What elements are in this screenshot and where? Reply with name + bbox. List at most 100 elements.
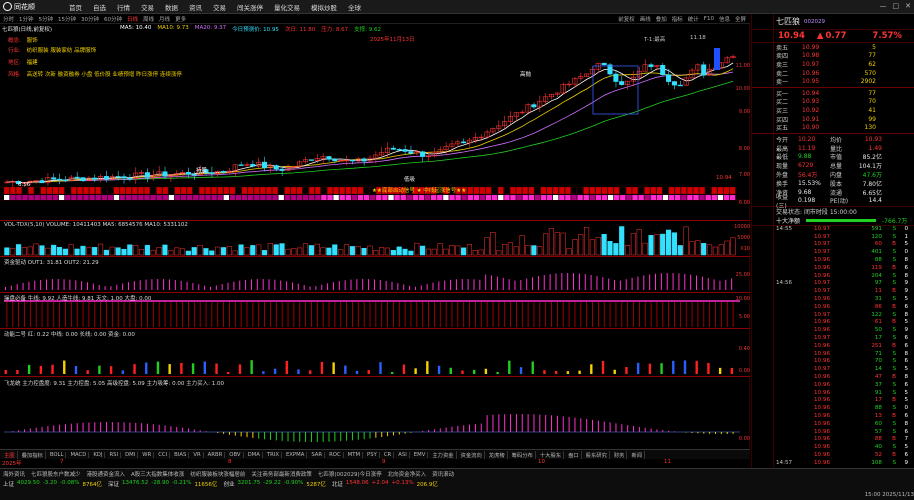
menu-item-home[interactable]: 首页	[69, 2, 82, 12]
period-tab[interactable]: 15分钟	[58, 15, 76, 23]
ask-row[interactable]: 卖四 10.98 77	[752, 52, 914, 60]
indicator-tab[interactable]: MTM	[346, 451, 364, 458]
period-tab[interactable]: 60分钟	[104, 15, 122, 23]
indicator-tab[interactable]: ARBR	[206, 451, 226, 458]
toolbar-right-item[interactable]: F10	[704, 16, 714, 22]
fund-drive-bar	[684, 273, 686, 290]
news-marquee[interactable]: 海外资讯 七匹狼股东户数减少 港股通资金流入 A股三大指数集体收涨 纺织服装板块涨幅居前…	[0, 469, 914, 479]
bid-row[interactable]: 买一 10.94 77	[752, 89, 914, 98]
menu-item-data[interactable]: 数据	[165, 2, 178, 12]
menu-item-watchlist[interactable]: 自选	[93, 2, 106, 12]
period-tab[interactable]: 更多	[175, 15, 186, 23]
maximize-icon[interactable]: □	[893, 2, 900, 10]
menu-item-news[interactable]: 资讯	[189, 2, 202, 12]
news-item[interactable]: 七匹狼(002029)今日涨停	[318, 470, 382, 478]
index-item[interactable]: 创业 3201.75 -29.22 -0.90% 5287亿	[223, 480, 325, 488]
menu-item-trade-2[interactable]: 交易	[213, 2, 226, 12]
ask-row[interactable]: 卖五 10.99 5	[752, 43, 914, 52]
news-item[interactable]: 七匹狼股东户数减少	[31, 470, 81, 478]
period-tab[interactable]: 月线	[159, 15, 170, 23]
fund-drive-bar	[63, 279, 65, 290]
indicator-tab[interactable]: WR	[140, 451, 155, 458]
news-item[interactable]: 纺织服装板块涨幅居前	[190, 470, 245, 478]
menu-item-challenge[interactable]: 闯关涨停	[237, 2, 263, 12]
indicator-tab[interactable]: BOLL	[48, 451, 67, 458]
ask-row[interactable]: 卖二 10.96 570	[752, 69, 914, 78]
news-item[interactable]: 海外资讯	[3, 470, 25, 478]
ask-row[interactable]: 卖三 10.97 62	[752, 60, 914, 69]
index-item[interactable]: 深证 13476.52 -28.90 -0.21% 11656亿	[108, 480, 217, 488]
indicator-tab[interactable]: EMV	[412, 451, 429, 458]
bid-row[interactable]: 买四 10.91 99	[752, 115, 914, 124]
news-item[interactable]: 资讯滚动	[432, 470, 454, 478]
indicator-tab[interactable]: 筹码分布	[510, 450, 536, 459]
period-tab[interactable]: 1分钟	[19, 15, 34, 23]
indicator-tab[interactable]: BIAS	[172, 451, 190, 458]
indicator-tab[interactable]: 龙虎榜	[487, 450, 508, 459]
indicator-tab[interactable]: 财务	[612, 450, 628, 459]
indicator-tab[interactable]: 资金流向	[459, 450, 485, 459]
toolbar-right-item[interactable]: 信息	[719, 15, 730, 23]
indicator-tab[interactable]: KDJ	[91, 451, 106, 458]
tick-list[interactable]: 14:55 10.97 591 S 0 10.97 120 S 1 10.97 60 B 5 10.97 4…	[776, 225, 914, 475]
menu-item-quotes[interactable]: 行情	[117, 2, 130, 12]
indicator-tab[interactable]: 盘口	[566, 450, 582, 459]
candle	[543, 93, 549, 105]
fund-drive-bar	[356, 279, 358, 290]
news-item[interactable]: 北向资金净买入	[388, 470, 427, 478]
toolbar-right-item[interactable]: 全屏	[735, 15, 746, 23]
news-item[interactable]: 港股通资金流入	[87, 470, 126, 478]
indicator-tab[interactable]: 主图	[2, 450, 18, 459]
indicator-tab[interactable]: ROC	[327, 451, 344, 458]
index-item[interactable]: 上证 4029.50 -3.20 -0.08% 8764亿	[3, 480, 102, 488]
toolbar-right-item[interactable]: 前复权	[618, 15, 635, 23]
news-item[interactable]: 关注商务部最新消费政策	[251, 470, 312, 478]
indicator-tab[interactable]: VR	[191, 451, 204, 458]
indicator-tab[interactable]: 十大股东	[538, 450, 565, 459]
bid-row[interactable]: 买三 10.92 41	[752, 106, 914, 115]
toolbar-right-item[interactable]: 画线	[640, 15, 651, 23]
volume-bar	[525, 245, 531, 256]
toolbar-right-item[interactable]: 指标	[672, 15, 683, 23]
period-tab[interactable]: 30分钟	[81, 15, 99, 23]
indicator-tab[interactable]: DMA	[246, 451, 263, 458]
indicator-tab[interactable]: EXPMA	[284, 451, 308, 458]
toolbar-right-item[interactable]: 统计	[688, 15, 699, 23]
menu-item-trade[interactable]: 交易	[141, 2, 154, 12]
signal-cell	[455, 195, 461, 200]
indicator-tab[interactable]: TRIX	[265, 451, 282, 458]
signal-cell	[339, 186, 346, 195]
menu-item-simulate[interactable]: 模拟炒股	[311, 2, 337, 12]
indicator-tab[interactable]: ASI	[396, 451, 410, 458]
stock-name[interactable]: 七匹狼	[776, 16, 800, 27]
chart-panel[interactable]: 七匹狼(日线,前复权) MA5: 10.40 MA10: 9.73 MA20: …	[0, 24, 750, 449]
menu-item-global[interactable]: 全球	[348, 2, 361, 12]
indicator-tab[interactable]: 股东研究	[584, 450, 610, 459]
toolbar-right-item[interactable]: 叠加	[656, 15, 667, 23]
indicator-tab[interactable]: MACD	[68, 451, 90, 458]
signal-cell	[619, 186, 626, 195]
indicator-tab[interactable]: RSI	[107, 451, 122, 458]
bid-row[interactable]: 买五 10.90 130	[752, 123, 914, 132]
indicator-tab[interactable]: CCI	[156, 451, 171, 458]
indicator-tab[interactable]: OBV	[227, 451, 244, 458]
app-logo[interactable]: 同花顺	[3, 1, 55, 13]
indicator-tab[interactable]: 新闻	[629, 450, 646, 459]
news-item[interactable]: A股三大指数集体收涨	[131, 470, 184, 478]
index-item[interactable]: 北证 1548.06 +2.04 +0.13% 206.9亿	[332, 480, 438, 488]
indicator-tab[interactable]: SAR	[309, 451, 326, 458]
indicator-tab[interactable]: CR	[382, 451, 395, 458]
indicator-tab[interactable]: DMI	[123, 451, 139, 458]
close-icon[interactable]: ✕	[905, 2, 911, 10]
indicator-tab[interactable]: 主力资金	[430, 450, 457, 459]
period-tab-active[interactable]: 日线	[127, 15, 138, 23]
bid-row[interactable]: 买二 10.93 70	[752, 98, 914, 106]
indicator-tab[interactable]: PSY	[365, 451, 380, 458]
period-tab[interactable]: 5分钟	[39, 15, 54, 23]
period-tab[interactable]: 分时	[3, 15, 14, 23]
minimize-icon[interactable]: —	[880, 2, 887, 10]
menu-item-quant[interactable]: 量化交易	[274, 2, 300, 12]
indicator-tab[interactable]: 叠加指标	[20, 450, 46, 459]
period-tab[interactable]: 周线	[143, 15, 154, 23]
ask-row[interactable]: 卖一 10.95 2902	[752, 77, 914, 86]
